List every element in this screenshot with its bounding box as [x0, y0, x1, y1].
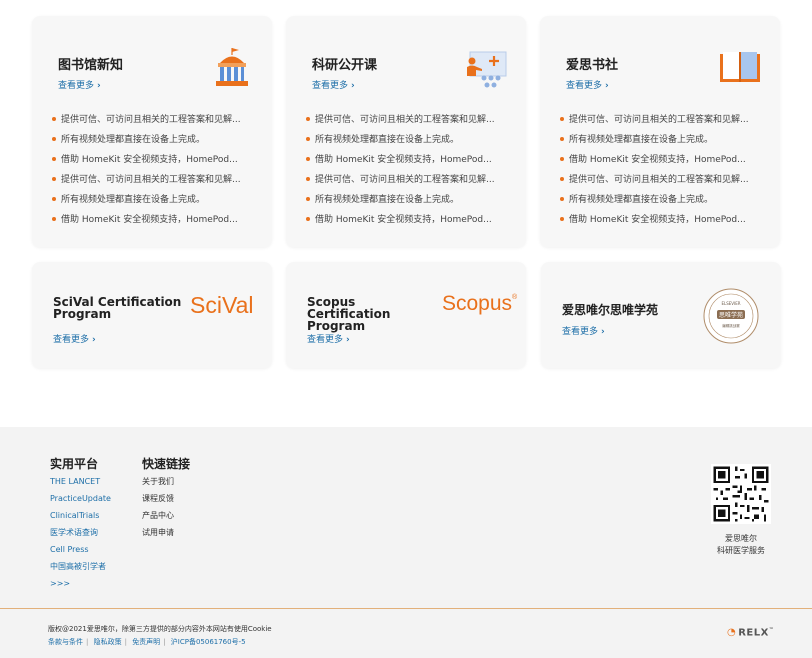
chevron-right-icon: ›	[351, 81, 355, 91]
svg-text:编辑挑战赛: 编辑挑战赛	[722, 323, 740, 328]
footer-link[interactable]: 医学术语查询	[50, 527, 111, 544]
card-scival-certification[interactable]: SciVal Certification Program SciVal 查看更多…	[32, 262, 272, 368]
footer-divider	[0, 608, 812, 609]
legal-links: 条款与条件 | 隐私政策 | 免责声明 | 沪ICP备05061760号-5	[48, 638, 246, 646]
terms-link[interactable]: 条款与条件	[48, 638, 83, 646]
footer-link[interactable]: 中国高被引学者	[50, 561, 111, 578]
card-title: 爱思书社	[566, 58, 619, 73]
footer-link[interactable]: PracticeUpdate	[50, 493, 111, 510]
footer-more-link[interactable]: >>>	[50, 578, 111, 595]
list-item[interactable]: 借助 HomeKit 安全视频支持，HomePod...	[560, 150, 760, 170]
chevron-right-icon: ›	[346, 335, 350, 345]
list-item[interactable]: 提供可信、可访问且相关的工程答案和见解...	[306, 110, 506, 130]
card-list: 提供可信、可访问且相关的工程答案和见解... 所有视频处理都直接在设备上完成。 …	[306, 110, 506, 230]
list-item[interactable]: 提供可信、可访问且相关的工程答案和见解...	[52, 170, 252, 190]
card-title: 图书馆新知	[58, 58, 124, 73]
chevron-right-icon: ›	[601, 327, 605, 337]
view-more-link[interactable]: 查看更多 ›	[58, 78, 101, 91]
scival-logo: SciVal	[190, 292, 254, 318]
view-more-link[interactable]: 查看更多 ›	[562, 324, 605, 337]
footer-link[interactable]: Cell Press	[50, 544, 111, 561]
list-item[interactable]: 借助 HomeKit 安全视频支持，HomePod...	[52, 150, 252, 170]
footer-platform-links: THE LANCET PracticeUpdate ClinicalTrials…	[50, 476, 111, 595]
footer-platforms-title: 实用平台	[50, 457, 99, 471]
relx-logo: ◔ RELX™	[727, 627, 775, 639]
footer: 实用平台 THE LANCET PracticeUpdate ClinicalT…	[0, 427, 812, 658]
presentation-lecture-icon	[467, 51, 507, 88]
copyright-text: 版权@2021爱思唯尔，除第三方提供的部分内容外本网站有使用Cookie	[48, 625, 272, 633]
footer-link[interactable]: 关于我们	[142, 476, 174, 493]
card-library-news: 图书馆新知 查看更多 › 提供可信、可访问且相关的工程答案和见解... 所有视频处…	[32, 16, 272, 247]
list-item[interactable]: 提供可信、可访问且相关的工程答案和见解...	[52, 110, 252, 130]
list-item[interactable]: 提供可信、可访问且相关的工程答案和见解...	[306, 170, 506, 190]
list-item[interactable]: 借助 HomeKit 安全视频支持，HomePod...	[306, 150, 506, 170]
footer-link[interactable]: 课程反馈	[142, 493, 174, 510]
footer-quick-links: 关于我们 课程反馈 产品中心 试用申请	[142, 476, 174, 544]
card-title: 科研公开课	[312, 58, 378, 73]
icp-link[interactable]: 沪ICP备05061760号-5	[171, 638, 246, 646]
scopus-logo: Scopus®	[442, 292, 518, 315]
privacy-link[interactable]: 隐私政策	[94, 638, 122, 646]
page: 图书馆新知 查看更多 › 提供可信、可访问且相关的工程答案和见解... 所有视频处…	[0, 0, 812, 658]
view-more-link[interactable]: 查看更多 ›	[53, 332, 96, 345]
view-more-link[interactable]: 查看更多 ›	[307, 332, 350, 345]
relx-mark-icon: ◔	[727, 627, 737, 639]
card-elsevier-academy[interactable]: 爱思唯尔思唯学苑 ELSEVIER 思唯学苑 编辑挑战赛 查看更多 ›	[541, 262, 781, 368]
card-title: SciVal Certification Program	[53, 295, 182, 321]
list-item[interactable]: 借助 HomeKit 安全视频支持，HomePod...	[306, 210, 506, 230]
list-item[interactable]: 所有视频处理都直接在设备上完成。	[560, 190, 760, 210]
list-item[interactable]: 借助 HomeKit 安全视频支持，HomePod...	[52, 210, 252, 230]
footer-link[interactable]: 试用申请	[142, 527, 174, 544]
list-item[interactable]: 提供可信、可访问且相关的工程答案和见解...	[560, 110, 760, 130]
list-item[interactable]: 所有视频处理都直接在设备上完成。	[306, 190, 506, 210]
list-item[interactable]: 所有视频处理都直接在设备上完成。	[560, 130, 760, 150]
chevron-right-icon: ›	[92, 335, 96, 345]
card-scopus-certification[interactable]: Scopus Certification Program Scopus® 查看更…	[286, 262, 526, 368]
card-title: Scopus Certification Program	[307, 295, 391, 333]
card-book-club: 爱思书社 查看更多 › 提供可信、可访问且相关的工程答案和见解... 所有视频处理…	[540, 16, 780, 247]
view-more-link[interactable]: 查看更多 ›	[566, 78, 609, 91]
svg-text:ELSEVIER: ELSEVIER	[721, 301, 740, 306]
academy-seal-logo: ELSEVIER 思唯学苑 编辑挑战赛	[703, 288, 759, 344]
disclaimer-link[interactable]: 免责声明	[132, 638, 160, 646]
open-book-icon	[720, 52, 760, 82]
footer-quick-links-title: 快速链接	[142, 457, 191, 471]
card-list: 提供可信、可访问且相关的工程答案和见解... 所有视频处理都直接在设备上完成。 …	[560, 110, 760, 230]
list-item[interactable]: 所有视频处理都直接在设备上完成。	[52, 190, 252, 210]
card-list: 提供可信、可访问且相关的工程答案和见解... 所有视频处理都直接在设备上完成。 …	[52, 110, 252, 230]
list-item[interactable]: 借助 HomeKit 安全视频支持，HomePod...	[560, 210, 760, 230]
chevron-right-icon: ›	[97, 81, 101, 91]
svg-text:思唯学苑: 思唯学苑	[719, 311, 743, 319]
qr-caption: 爱思唯尔 科研医学服务	[717, 534, 765, 555]
list-item[interactable]: 所有视频处理都直接在设备上完成。	[306, 130, 506, 150]
card-open-courses: 科研公开课 查看更多 › 提供可信、可访问且相关的工程答案和见解... 所有视频处…	[286, 16, 526, 247]
footer-link[interactable]: 产品中心	[142, 510, 174, 527]
library-building-icon	[216, 48, 248, 86]
card-title: 爱思唯尔思唯学苑	[562, 303, 659, 317]
chevron-right-icon: ›	[605, 81, 609, 91]
footer-link[interactable]: ClinicalTrials	[50, 510, 111, 527]
view-more-link[interactable]: 查看更多 ›	[312, 78, 355, 91]
list-item[interactable]: 提供可信、可访问且相关的工程答案和见解...	[560, 170, 760, 190]
list-item[interactable]: 所有视频处理都直接在设备上完成。	[52, 130, 252, 150]
footer-link[interactable]: THE LANCET	[50, 476, 111, 493]
qr-code-icon	[711, 464, 771, 524]
